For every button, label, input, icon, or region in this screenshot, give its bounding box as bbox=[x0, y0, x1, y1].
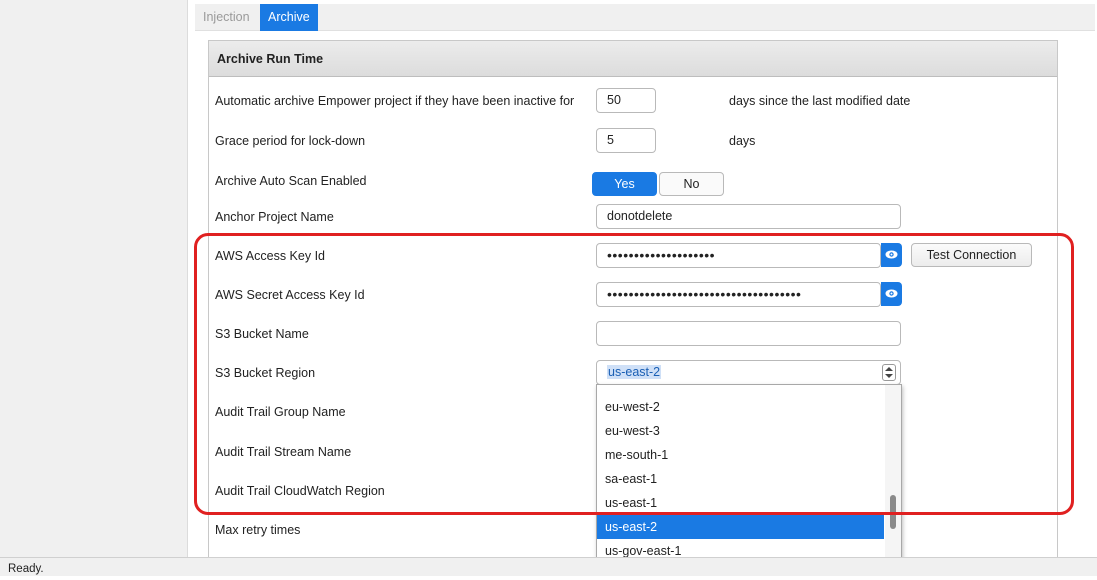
dropdown-option[interactable]: us-east-1 bbox=[597, 491, 884, 515]
eye-icon bbox=[885, 250, 898, 259]
status-text: Ready. bbox=[8, 563, 44, 575]
inactive-days-suffix: days since the last modified date bbox=[729, 94, 911, 108]
left-panel bbox=[0, 0, 188, 557]
tab-archive[interactable]: Archive bbox=[260, 4, 318, 31]
test-connection-button[interactable]: Test Connection bbox=[911, 243, 1032, 267]
auto-scan-yes-button[interactable]: Yes bbox=[592, 172, 657, 196]
aws-access-key-label: AWS Access Key Id bbox=[215, 249, 325, 263]
eye-icon bbox=[885, 289, 898, 298]
inactive-days-input[interactable]: 50 bbox=[596, 88, 656, 113]
grace-period-input[interactable]: 5 bbox=[596, 128, 656, 153]
aws-access-key-input[interactable]: •••••••••••••••••••• bbox=[596, 243, 881, 268]
anchor-project-input[interactable]: donotdelete bbox=[596, 204, 901, 229]
show-access-key-button[interactable] bbox=[881, 243, 902, 267]
s3-bucket-name-input[interactable] bbox=[596, 321, 901, 346]
grace-period-suffix: days bbox=[729, 134, 756, 148]
dropdown-scrollbar[interactable] bbox=[885, 385, 901, 567]
status-bar: Ready. bbox=[0, 557, 1097, 576]
region-dropdown-list[interactable]: eu-west-2 eu-west-3 me-south-1 sa-east-1… bbox=[596, 384, 902, 568]
section-title: Archive Run Time bbox=[209, 41, 1057, 77]
s3-bucket-region-select[interactable]: us-east-2 bbox=[596, 360, 901, 385]
audit-region-label: Audit Trail CloudWatch Region bbox=[215, 484, 385, 498]
s3-bucket-region-label: S3 Bucket Region bbox=[215, 366, 316, 380]
tab-bar: Injection Archive bbox=[195, 4, 1095, 31]
dropdown-option[interactable]: eu-west-2 bbox=[597, 395, 884, 419]
auto-scan-no-button[interactable]: No bbox=[659, 172, 724, 196]
show-secret-key-button[interactable] bbox=[881, 282, 902, 306]
dropdown-scroll-thumb[interactable] bbox=[890, 495, 896, 529]
s3-bucket-region-value: us-east-2 bbox=[607, 365, 662, 379]
dropdown-option[interactable]: eu-west-3 bbox=[597, 419, 884, 443]
auto-scan-label: Archive Auto Scan Enabled bbox=[215, 174, 367, 188]
chevron-up-down-icon bbox=[882, 364, 896, 381]
audit-group-label: Audit Trail Group Name bbox=[215, 405, 346, 419]
anchor-project-label: Anchor Project Name bbox=[215, 210, 334, 224]
dropdown-option[interactable]: sa-east-1 bbox=[597, 467, 884, 491]
grace-period-label: Grace period for lock-down bbox=[215, 134, 366, 148]
aws-secret-key-label: AWS Secret Access Key Id bbox=[215, 288, 365, 302]
audit-stream-label: Audit Trail Stream Name bbox=[215, 445, 352, 459]
s3-bucket-name-label: S3 Bucket Name bbox=[215, 327, 309, 341]
inactive-days-label: Automatic archive Empower project if the… bbox=[215, 94, 575, 108]
dropdown-option-selected[interactable]: us-east-2 bbox=[597, 515, 884, 539]
dropdown-option[interactable]: me-south-1 bbox=[597, 443, 884, 467]
aws-secret-key-input[interactable]: •••••••••••••••••••••••••••••••••••• bbox=[596, 282, 881, 307]
max-retry-label: Max retry times bbox=[215, 523, 301, 537]
tab-injection[interactable]: Injection bbox=[195, 4, 258, 31]
